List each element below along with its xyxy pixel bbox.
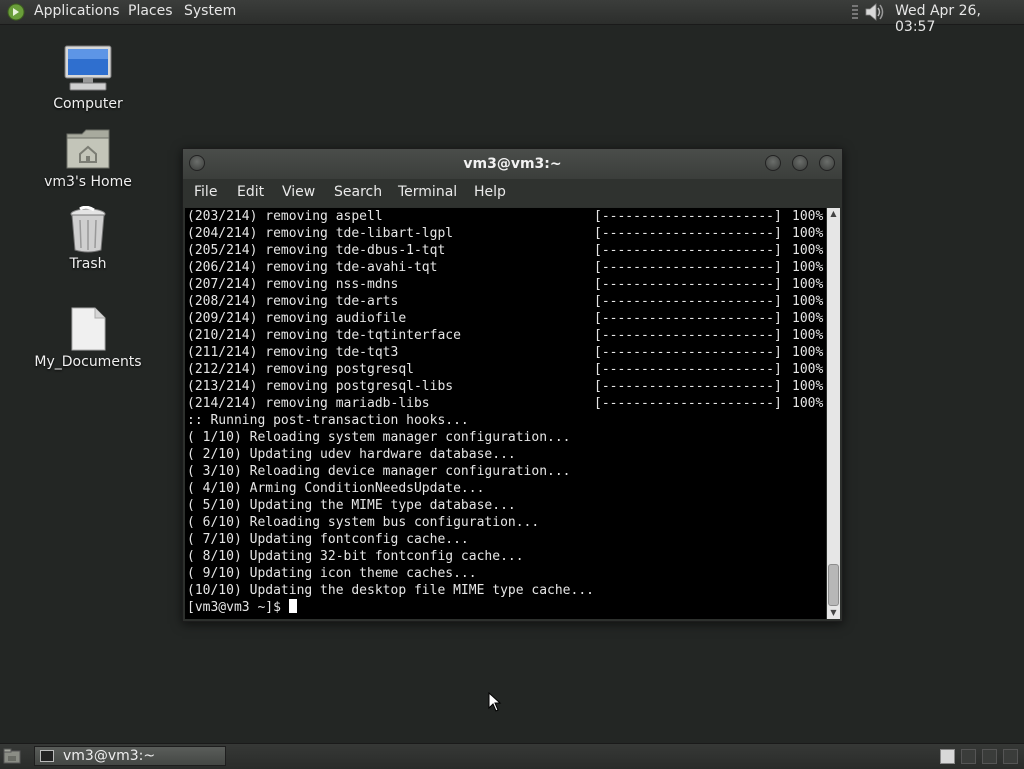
window-title: vm3@vm3:~	[463, 156, 562, 172]
progress-line-percent: 100%	[792, 260, 824, 275]
progress-line-percent: 100%	[792, 311, 824, 326]
progress-line-text: (211/214) removing tde-tqt3	[187, 345, 399, 360]
text-cursor	[288, 599, 297, 613]
top-panel: Applications Places System Wed Apr 26, 0…	[0, 0, 1024, 35]
progress-line-bar: [----------------------]	[594, 277, 782, 292]
terminal-window[interactable]: vm3@vm3:~ File Edit View Search Terminal…	[182, 148, 843, 622]
log-line: ( 7/10) Updating fontconfig cache...	[187, 532, 469, 547]
terminal-output[interactable]: (203/214) removing aspell [-------------…	[185, 208, 826, 619]
progress-line-percent: 100%	[792, 294, 824, 309]
progress-line-percent: 100%	[792, 362, 824, 377]
places-menu[interactable]: Places	[128, 3, 173, 19]
progress-line-text: (213/214) removing postgresql-libs	[187, 379, 454, 394]
workspace-1[interactable]	[940, 749, 955, 764]
volume-icon[interactable]	[864, 2, 886, 22]
applications-menu[interactable]: Applications	[34, 3, 120, 19]
window-titlebar[interactable]: vm3@vm3:~	[183, 149, 842, 179]
progress-line-percent: 100%	[792, 328, 824, 343]
trash-icon	[70, 206, 106, 253]
progress-line-bar: [----------------------]	[594, 345, 782, 360]
progress-line-text: (205/214) removing tde-dbus-1-tqt	[187, 243, 446, 258]
progress-line-bar: [----------------------]	[594, 226, 782, 241]
progress-line-bar: [----------------------]	[594, 379, 782, 394]
progress-line-text: (203/214) removing aspell	[187, 209, 383, 224]
log-line: (10/10) Updating the desktop file MIME t…	[187, 583, 594, 598]
progress-line-text: (206/214) removing tde-avahi-tqt	[187, 260, 438, 275]
progress-line-bar: [----------------------]	[594, 396, 782, 411]
progress-line-percent: 100%	[792, 277, 824, 292]
progress-line-bar: [----------------------]	[594, 311, 782, 326]
progress-line-bar: [----------------------]	[594, 260, 782, 275]
desktop-icon-computer[interactable]: Computer	[33, 44, 143, 112]
shell-prompt: [vm3@vm3 ~]$	[187, 600, 289, 615]
progress-line-bar: [----------------------]	[594, 362, 782, 377]
computer-icon	[64, 45, 112, 91]
minimize-button[interactable]	[765, 155, 781, 171]
menu-terminal[interactable]: Terminal	[398, 184, 457, 200]
log-line: ( 3/10) Reloading device manager configu…	[187, 464, 571, 479]
distro-menu-icon[interactable]	[7, 3, 25, 21]
terminal-icon	[40, 750, 54, 762]
progress-line-text: (214/214) removing mariadb-libs	[187, 396, 430, 411]
progress-line-percent: 100%	[792, 209, 824, 224]
desktop-icon-label: Computer	[53, 96, 123, 112]
desktop-icon-home[interactable]: vm3's Home	[33, 126, 143, 190]
clock[interactable]: Wed Apr 26, 03:57	[895, 3, 1024, 35]
menu-file[interactable]: File	[194, 184, 217, 200]
progress-line-percent: 100%	[792, 243, 824, 258]
shell-prompt-line[interactable]: [vm3@vm3 ~]$	[187, 599, 297, 616]
maximize-button[interactable]	[792, 155, 808, 171]
workspace-2[interactable]	[961, 749, 976, 764]
desktop-icon-trash[interactable]: Trash	[33, 206, 143, 272]
progress-line-text: (212/214) removing postgresql	[187, 362, 414, 377]
close-button[interactable]	[819, 155, 835, 171]
desktop-icon-label: Trash	[69, 256, 107, 272]
bottom-panel: vm3@vm3:~	[0, 743, 1024, 769]
log-line: :: Running post-transaction hooks...	[187, 413, 469, 428]
progress-line-text: (207/214) removing nss-mdns	[187, 277, 399, 292]
terminal-scrollbar[interactable]: ▲ ▼	[827, 208, 840, 619]
log-line: ( 2/10) Updating udev hardware database.…	[187, 447, 516, 462]
system-menu[interactable]: System	[184, 3, 236, 19]
home-folder-icon	[66, 129, 110, 169]
show-desktop-icon[interactable]	[3, 748, 21, 764]
panel-separator	[852, 5, 858, 19]
document-icon	[71, 307, 106, 351]
scroll-up-arrow-icon[interactable]: ▲	[827, 208, 840, 220]
progress-line-bar: [----------------------]	[594, 328, 782, 343]
log-line: ( 8/10) Updating 32-bit fontconfig cache…	[187, 549, 524, 564]
progress-line-bar: [----------------------]	[594, 243, 782, 258]
progress-line-bar: [----------------------]	[594, 294, 782, 309]
menu-edit[interactable]: Edit	[237, 184, 264, 200]
log-line: ( 1/10) Reloading system manager configu…	[187, 430, 571, 445]
desktop-icon-label: vm3's Home	[44, 174, 132, 190]
menu-search[interactable]: Search	[334, 184, 382, 200]
menu-help[interactable]: Help	[474, 184, 506, 200]
progress-line-text: (208/214) removing tde-arts	[187, 294, 399, 309]
progress-line-text: (210/214) removing tde-tqtinterface	[187, 328, 461, 343]
workspace-3[interactable]	[982, 749, 997, 764]
progress-line-percent: 100%	[792, 345, 824, 360]
log-line: ( 5/10) Updating the MIME type database.…	[187, 498, 516, 513]
menu-view[interactable]: View	[282, 184, 315, 200]
progress-line-percent: 100%	[792, 226, 824, 241]
progress-line-text: (209/214) removing audiofile	[187, 311, 407, 326]
log-line: ( 6/10) Reloading system bus configurati…	[187, 515, 540, 530]
desktop-icon-label: My_Documents	[34, 354, 142, 370]
mouse-pointer-icon	[488, 692, 502, 712]
log-line: ( 9/10) Updating icon theme caches...	[187, 566, 477, 581]
progress-line-text: (204/214) removing tde-libart-lgpl	[187, 226, 454, 241]
progress-line-percent: 100%	[792, 396, 824, 411]
scrollbar-thumb[interactable]	[828, 564, 839, 606]
progress-line-percent: 100%	[792, 379, 824, 394]
desktop-icon-my-documents[interactable]: My_Documents	[33, 306, 143, 370]
taskbar-button-label: vm3@vm3:~	[63, 748, 156, 764]
log-line: ( 4/10) Arming ConditionNeedsUpdate...	[187, 481, 485, 496]
taskbar-button-terminal[interactable]: vm3@vm3:~	[34, 746, 226, 766]
terminal-menubar: File Edit View Search Terminal Help	[183, 179, 842, 207]
workspace-4[interactable]	[1003, 749, 1018, 764]
progress-line-bar: [----------------------]	[594, 209, 782, 224]
scroll-down-arrow-icon[interactable]: ▼	[827, 607, 840, 619]
